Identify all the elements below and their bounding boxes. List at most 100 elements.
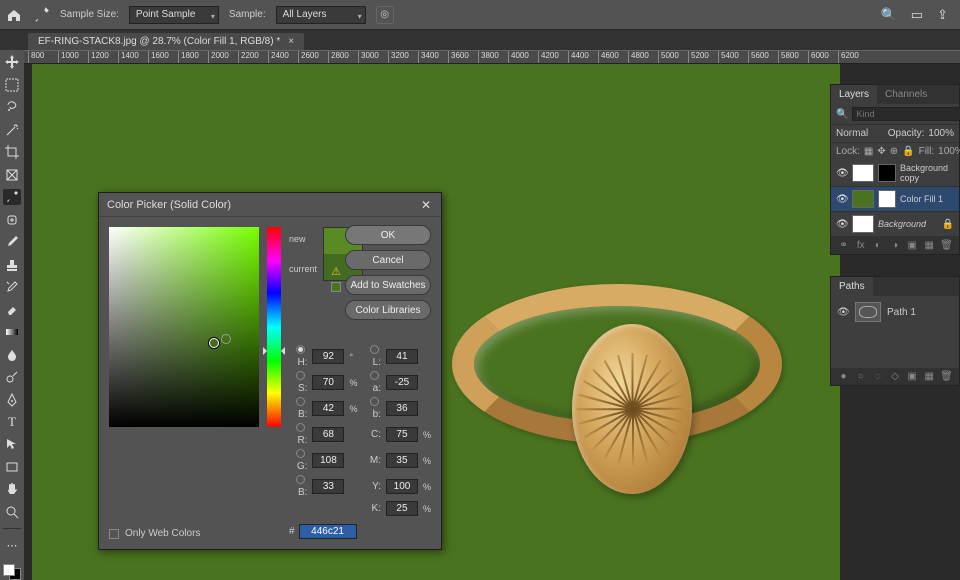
hue-marker[interactable] [263,347,285,355]
healing-tool-icon[interactable] [3,211,21,227]
rectangle-tool-icon[interactable] [3,459,21,475]
l-radio[interactable] [370,345,379,354]
document-tab[interactable]: EF-RING-STACK8.jpg @ 28.7% (Color Fill 1… [28,33,304,50]
sv-field[interactable] [109,227,259,427]
add-swatches-button[interactable]: Add to Swatches [345,275,431,295]
show-sampling-ring-icon[interactable]: ◎ [376,6,394,24]
m-input[interactable] [386,453,418,468]
lock-all-icon[interactable]: 🔒 [902,146,914,157]
tab-layers[interactable]: Layers [831,85,877,104]
dialog-titlebar[interactable]: Color Picker (Solid Color) ✕ [99,193,441,217]
only-web-colors-checkbox[interactable] [109,529,119,539]
bb-radio[interactable] [296,475,305,484]
color-swatch[interactable] [3,564,21,580]
path-select-icon[interactable] [3,436,21,452]
blur-tool-icon[interactable] [3,346,21,362]
bb-input[interactable] [312,479,344,494]
stroke-path-icon[interactable]: ○ [853,371,868,382]
filter-input[interactable] [852,107,960,121]
opacity-value[interactable]: 100% [928,128,954,139]
lock-pixels-icon[interactable]: ▦ [864,146,873,157]
lab-b-input[interactable] [386,401,418,416]
blend-mode-select[interactable]: Normal [836,128,884,139]
close-tab-icon[interactable]: × [288,36,294,47]
layer-name[interactable]: Background [878,219,938,229]
y-input[interactable] [386,479,418,494]
edit-toolbar-icon[interactable]: ⋯ [3,537,21,553]
mask-icon[interactable]: ◐ [870,240,885,251]
s-radio[interactable] [296,371,305,380]
l-input[interactable] [386,349,418,364]
frame-tool-icon[interactable] [3,166,21,182]
cancel-button[interactable]: Cancel [345,250,431,270]
visibility-icon[interactable]: 👁 [836,219,848,230]
new-path-icon[interactable]: ▦ [922,371,937,382]
tab-paths[interactable]: Paths [831,277,873,296]
crop-tool-icon[interactable] [3,144,21,160]
trash-icon[interactable]: 🗑 [939,240,954,251]
c-input[interactable] [386,427,418,442]
lab-b-radio[interactable] [370,397,379,406]
zoom-tool-icon[interactable] [3,504,21,520]
trash-path-icon[interactable]: 🗑 [939,371,954,382]
sample-size-select[interactable]: Point Sample [129,6,219,24]
new-layer-icon[interactable]: ▦ [922,240,937,251]
r-radio[interactable] [296,423,305,432]
hue-slider[interactable] [267,227,281,427]
share-icon[interactable]: ⇪ [937,7,948,23]
layer-row[interactable]: 👁 Background 🔒 [831,212,959,237]
bv-input[interactable] [312,401,344,416]
brush-tool-icon[interactable] [3,234,21,250]
visibility-icon[interactable]: 👁 [836,168,848,179]
fill-path-icon[interactable]: ● [836,371,851,382]
layer-name[interactable]: Background copy [900,163,954,183]
layer-row[interactable]: 👁 Background copy [831,160,959,187]
layer-name[interactable]: Color Fill 1 [900,194,954,204]
pen-tool-icon[interactable] [3,391,21,407]
b-radio[interactable] [296,397,305,406]
history-brush-icon[interactable] [3,279,21,295]
websafe-swatch[interactable] [331,282,341,292]
fx-icon[interactable]: fx [853,240,868,251]
path-name[interactable]: Path 1 [887,307,916,318]
gradient-tool-icon[interactable] [3,324,21,340]
hex-input[interactable] [299,524,357,539]
ok-button[interactable]: OK [345,225,431,245]
move-tool-icon[interactable] [3,54,21,70]
path-to-shape-icon[interactable]: ◇ [887,371,902,382]
mask-path-icon[interactable]: ▣ [905,371,920,382]
link-layers-icon[interactable]: ⚭ [836,240,851,251]
r-input[interactable] [312,427,344,442]
eyedropper-icon[interactable] [32,6,50,24]
home-icon[interactable] [6,7,22,23]
visibility-icon[interactable]: 👁 [837,307,849,318]
h-input[interactable] [312,349,344,364]
eyedropper-tool-icon[interactable] [3,189,21,205]
sample-select[interactable]: All Layers [276,6,366,24]
color-libraries-button[interactable]: Color Libraries [345,300,431,320]
group-icon[interactable]: ▣ [905,240,920,251]
marquee-tool-icon[interactable] [3,76,21,92]
workspace-icon[interactable]: ▭ [911,7,923,23]
path-row[interactable]: 👁 Path 1 [831,296,959,328]
visibility-icon[interactable]: 👁 [836,194,848,205]
eraser-tool-icon[interactable] [3,301,21,317]
hand-tool-icon[interactable] [3,481,21,497]
search-icon[interactable]: 🔍 [836,109,848,120]
search-icon[interactable]: 🔍 [881,7,897,23]
dodge-tool-icon[interactable] [3,369,21,385]
a-radio[interactable] [370,371,379,380]
type-tool-icon[interactable]: T [3,414,21,430]
lock-artboard-icon[interactable]: ⊕ [890,146,898,157]
lock-position-icon[interactable]: ✥ [877,146,885,157]
wand-tool-icon[interactable] [3,121,21,137]
a-input[interactable] [386,375,418,390]
lasso-tool-icon[interactable] [3,99,21,115]
adjustment-icon[interactable]: ◑ [887,240,902,251]
selection-path-icon[interactable]: ◌ [870,371,885,382]
s-input[interactable] [312,375,344,390]
close-icon[interactable]: ✕ [419,198,433,212]
gamut-warning-icon[interactable]: ⚠ [331,265,341,278]
stamp-tool-icon[interactable] [3,256,21,272]
g-radio[interactable] [296,449,305,458]
